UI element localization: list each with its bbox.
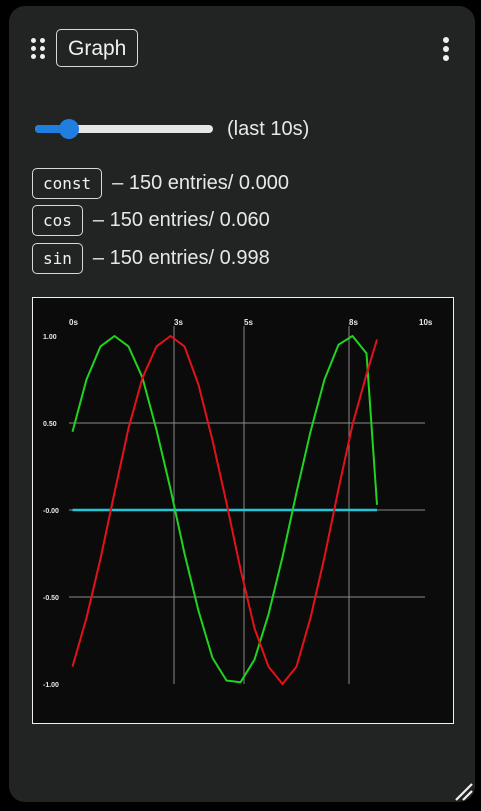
series-row-cos: cos – 150 entries/ 0.060 (32, 204, 270, 236)
y-tick-label: 0.50 (43, 421, 57, 428)
series-tag-cos[interactable]: cos (32, 204, 83, 236)
graph-chart: 0s 3s 5s 8s 10s 1.00 0.50 -0.00 -0.50 -1.00 (32, 297, 454, 724)
y-tick-label: 1.00 (43, 334, 57, 341)
graph-card: Graph (last 10s) const – 150 entries/ 0.… (9, 6, 475, 802)
series-row-const: const – 150 entries/ 0.000 (32, 167, 289, 199)
x-tick-label: 8s (349, 318, 358, 327)
drag-handle-icon[interactable] (31, 38, 47, 64)
resize-handle-icon[interactable] (454, 782, 474, 802)
series-info-sin: – 150 entries/ 0.998 (92, 246, 270, 269)
time-window-slider[interactable] (35, 119, 213, 139)
graph-title-button[interactable]: Graph (56, 29, 139, 67)
y-tick-label: -1.00 (43, 682, 59, 689)
x-tick-label: 3s (174, 318, 183, 327)
x-tick-label: 0s (69, 318, 78, 327)
series-info-const: – 150 entries/ 0.000 (112, 171, 289, 194)
chart-svg: 0s 3s 5s 8s 10s 1.00 0.50 -0.00 -0.50 -1.00 (43, 318, 433, 689)
series-row-sin: sin – 150 entries/ 0.998 (32, 242, 270, 274)
x-tick-label: 10s (419, 318, 433, 327)
y-tick-label: -0.00 (43, 508, 59, 515)
series-info-cos: – 150 entries/ 0.060 (92, 208, 270, 231)
series-tag-const[interactable]: const (32, 167, 103, 199)
more-vertical-icon[interactable] (443, 37, 451, 63)
series-tag-sin[interactable]: sin (32, 242, 83, 274)
slider-thumb[interactable] (58, 119, 79, 139)
y-tick-label: -0.50 (43, 595, 59, 602)
time-window-label: (last 10s) (227, 118, 310, 140)
x-tick-label: 5s (244, 318, 253, 327)
